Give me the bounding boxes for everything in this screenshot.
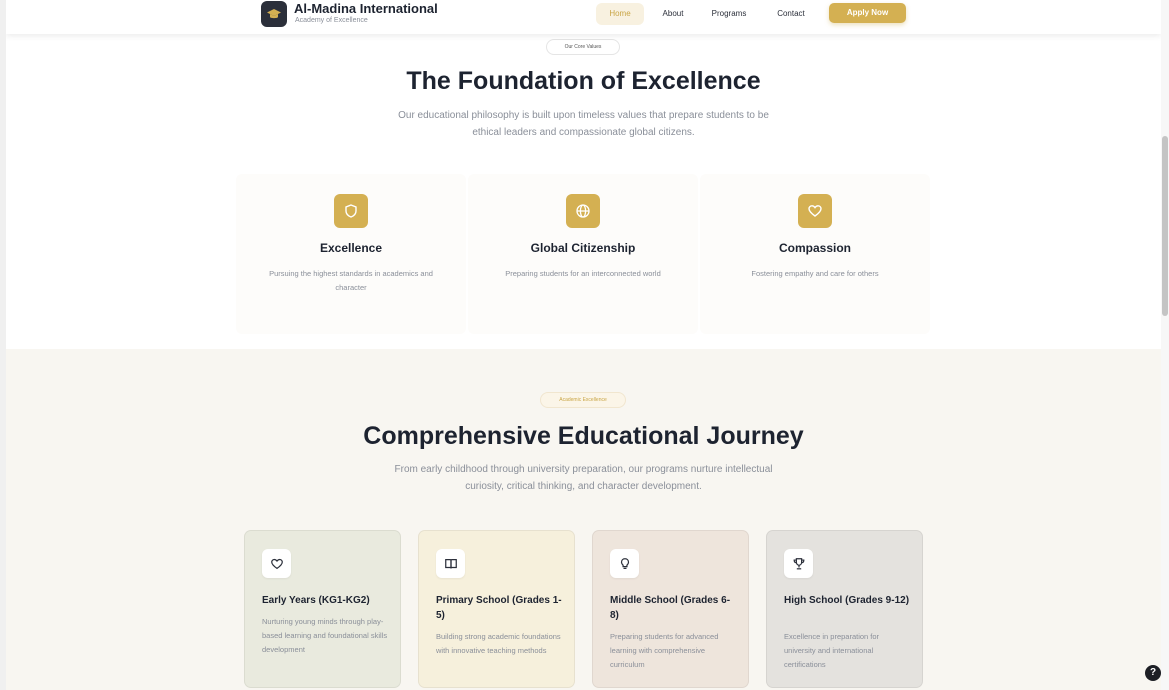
program-card-title: Early Years (KG1-KG2) bbox=[262, 595, 370, 606]
heart-icon bbox=[262, 549, 291, 578]
site-header: Al-Madina International Academy of Excel… bbox=[6, 0, 1161, 34]
value-card-excellence: Excellence Pursuing the highest standard… bbox=[236, 174, 466, 334]
program-card-desc: Excellence in preparation for university… bbox=[784, 632, 880, 669]
value-card-desc: Fostering empathy and care for others bbox=[751, 269, 879, 278]
program-card-title: Middle School (Grades 6-8) bbox=[610, 595, 731, 621]
values-subtitle: Our educational philosophy is built upon… bbox=[6, 107, 1161, 141]
nav-home[interactable]: Home bbox=[596, 3, 644, 25]
program-card-high-school[interactable]: High School (Grades 9-12) Excellence in … bbox=[766, 530, 923, 688]
values-title: The Foundation of Excellence bbox=[406, 67, 761, 95]
value-card-compassion: Compassion Fostering empathy and care fo… bbox=[700, 174, 930, 334]
brand-tagline: Academy of Excellence bbox=[295, 17, 368, 24]
globe-icon bbox=[566, 194, 600, 228]
program-card-early-years[interactable]: Early Years (KG1-KG2) Nurturing young mi… bbox=[244, 530, 401, 688]
program-card-desc: Nurturing young minds through play-based… bbox=[262, 617, 388, 654]
academic-excellence-pill: Academic Excellence bbox=[540, 392, 626, 408]
values-subtitle-line-2: ethical leaders and compassionate global… bbox=[472, 127, 695, 138]
help-button[interactable]: ? bbox=[1145, 665, 1161, 681]
program-card-middle-school[interactable]: Middle School (Grades 6-8) Preparing stu… bbox=[592, 530, 749, 688]
page-frame: Al-Madina International Academy of Excel… bbox=[6, 0, 1161, 690]
program-card-primary-school[interactable]: Primary School (Grades 1-5) Building str… bbox=[418, 530, 575, 688]
value-card-global-citizenship: Global Citizenship Preparing students fo… bbox=[468, 174, 698, 334]
scrollbar-thumb[interactable] bbox=[1162, 136, 1168, 316]
programs-subtitle: From early childhood through university … bbox=[6, 461, 1161, 495]
core-values-pill: Our Core Values bbox=[546, 39, 620, 55]
apply-now-button[interactable]: Apply Now bbox=[829, 3, 906, 23]
book-icon bbox=[436, 549, 465, 578]
value-card-desc: Pursuing the highest standards in academ… bbox=[269, 269, 433, 292]
nav-about[interactable]: About bbox=[656, 3, 690, 25]
brand-name[interactable]: Al-Madina International bbox=[294, 1, 438, 16]
shield-icon bbox=[334, 194, 368, 228]
program-card-desc: Preparing students for advanced learning… bbox=[610, 632, 719, 669]
program-card-title: High School (Grades 9-12) bbox=[784, 595, 910, 606]
programs-title: Comprehensive Educational Journey bbox=[363, 422, 804, 450]
value-card-title: Compassion bbox=[778, 241, 851, 255]
value-card-title: Excellence bbox=[319, 241, 383, 255]
programs-section: Academic Excellence Comprehensive Educat… bbox=[6, 349, 1161, 690]
program-card-title: Primary School (Grades 1-5) bbox=[436, 595, 562, 621]
lightbulb-icon bbox=[610, 549, 639, 578]
program-card-desc: Building strong academic foundations wit… bbox=[436, 632, 561, 655]
core-values-section: Our Core Values The Foundation of Excell… bbox=[6, 34, 1161, 349]
graduation-cap-icon[interactable] bbox=[261, 1, 287, 27]
values-subtitle-line-1: Our educational philosophy is built upon… bbox=[398, 110, 769, 121]
heart-icon bbox=[798, 194, 832, 228]
programs-subtitle-line-2: curiosity, critical thinking, and charac… bbox=[465, 481, 702, 492]
nav-programs[interactable]: Programs bbox=[706, 3, 752, 25]
programs-subtitle-line-1: From early childhood through university … bbox=[394, 464, 773, 475]
value-card-desc: Preparing students for an interconnected… bbox=[505, 269, 661, 278]
value-card-title: Global Citizenship bbox=[530, 241, 636, 255]
trophy-icon bbox=[784, 549, 813, 578]
nav-contact[interactable]: Contact bbox=[771, 3, 811, 25]
scrollbar-track[interactable] bbox=[1161, 0, 1169, 690]
